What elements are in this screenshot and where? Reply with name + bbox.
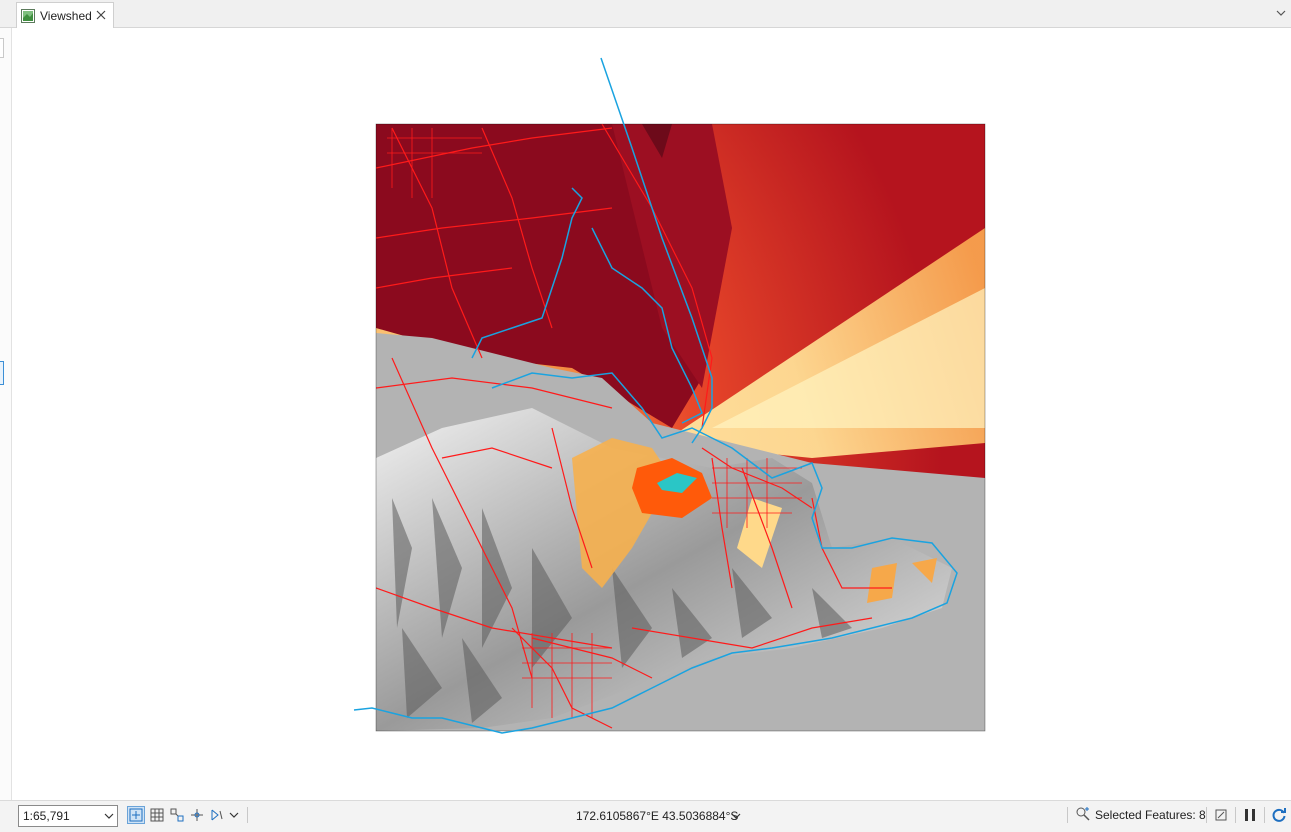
rotate-icon[interactable] [1212,806,1230,824]
viewshed-raster [376,124,985,731]
scale-dropdown[interactable]: 1:65,791 [18,805,118,827]
pause-icon[interactable] [1241,806,1259,824]
left-gutter [0,28,12,800]
fixed-zoom-icon[interactable] [127,806,145,824]
divider [1264,807,1265,823]
tab-title: Viewshed [40,8,92,23]
gutter-handle[interactable] [0,38,4,58]
divider [1235,807,1236,823]
divider [1067,807,1068,823]
chevron-down-icon [104,810,114,825]
select-icon [1075,806,1091,825]
grid-icon[interactable] [148,806,166,824]
tab-strip: Viewshed [0,0,1291,28]
divider [247,807,248,823]
gutter-handle-active[interactable] [0,361,4,385]
snapping-icon[interactable] [168,806,186,824]
refresh-icon[interactable] [1270,806,1288,824]
selected-features-label: Selected Features: 8 [1095,808,1206,822]
map-canvas[interactable] [12,28,1291,800]
selected-features[interactable]: Selected Features: 8 [1075,805,1206,825]
navigation-icon[interactable] [208,806,226,824]
close-icon[interactable] [93,7,109,23]
coordinate-readout: 172.6105867°E 43.5036884°S [576,809,739,823]
scale-value: 1:65,791 [23,809,70,823]
chevron-down-icon[interactable] [227,806,241,824]
tab-viewshed[interactable]: Viewshed [16,2,114,28]
status-bar: 1:65,791 172.6105867°E 43.5036884°S Sele… [0,800,1291,832]
chevron-down-icon[interactable] [731,809,741,823]
chevron-down-icon[interactable] [1274,6,1288,20]
divider [1206,807,1207,823]
map-view[interactable] [12,28,1291,800]
measure-icon[interactable] [188,806,206,824]
map-icon [21,8,35,23]
